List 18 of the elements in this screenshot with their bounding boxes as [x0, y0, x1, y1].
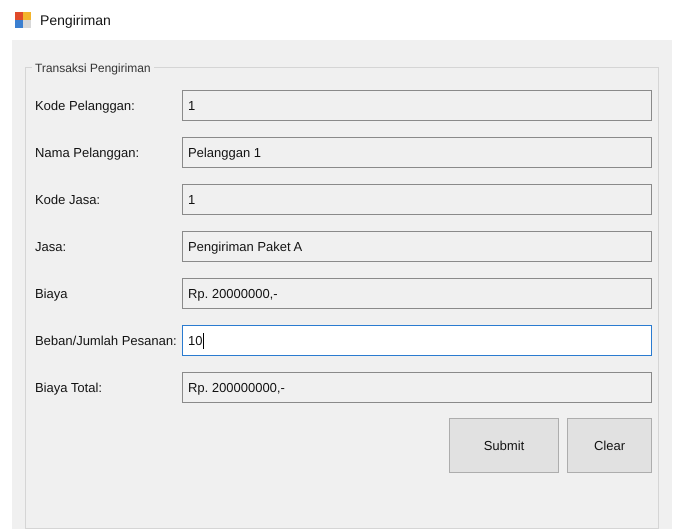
text-field[interactable]: Pengiriman Paket A [182, 231, 652, 262]
text-field[interactable]: 1 [182, 90, 652, 121]
text-field[interactable]: Rp. 200000000,- [182, 372, 652, 403]
window-title: Pengiriman [40, 10, 111, 30]
clear-button[interactable]: Clear [567, 418, 652, 473]
text-field[interactable]: 1 [182, 184, 652, 215]
field-label: Biaya [35, 284, 69, 303]
text-field[interactable]: 10 [182, 325, 652, 356]
field-label: Kode Pelanggan: [35, 96, 136, 115]
field-label: Kode Jasa: [35, 190, 102, 209]
submit-button[interactable]: Submit [449, 418, 559, 473]
text-field[interactable]: Pelanggan 1 [182, 137, 652, 168]
field-label: Biaya Total: [35, 378, 103, 397]
text-field[interactable]: Rp. 20000000,- [182, 278, 652, 309]
app-icon [14, 11, 32, 29]
field-label: Jasa: [35, 238, 68, 256]
field-label: Nama Pelanggan: [35, 144, 140, 162]
field-label: Beban/Jumlah Pesanan: [35, 332, 178, 350]
